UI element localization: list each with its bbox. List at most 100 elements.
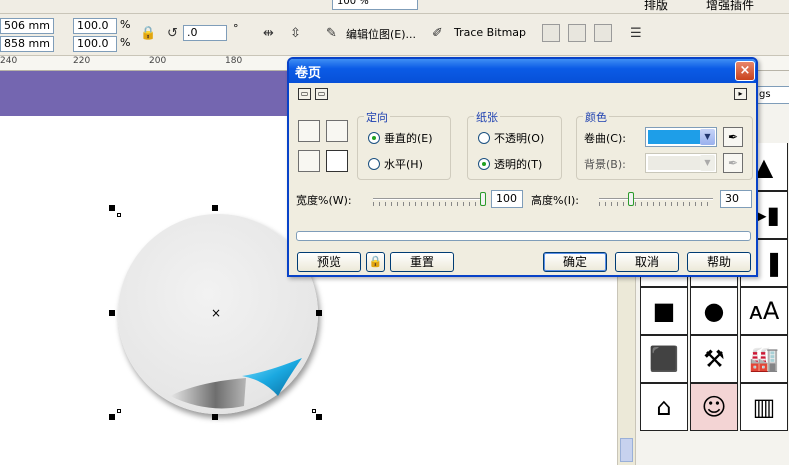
- percent-sign: %: [120, 36, 131, 49]
- bitmap-color-mask-button[interactable]: [594, 24, 612, 42]
- percent-sign: %: [120, 18, 131, 31]
- background-eyedropper-button[interactable]: ✒: [723, 153, 743, 173]
- width-slider-thumb[interactable]: [480, 192, 486, 206]
- curl-color-select[interactable]: ▼: [645, 127, 717, 147]
- curl-color-label: 卷曲(C):: [584, 132, 626, 145]
- wrap-text-icon[interactable]: ☰: [630, 26, 642, 41]
- paper-group: 纸张 不透明(O) 透明的(T): [467, 109, 562, 180]
- opaque-radio[interactable]: 不透明(O): [478, 130, 544, 146]
- height-percent-field[interactable]: 30: [720, 190, 752, 208]
- house-symbol-icon[interactable]: ⌂: [640, 383, 688, 431]
- center-marker-icon[interactable]: ×: [211, 306, 221, 320]
- rotate-icon: ↺: [167, 26, 178, 41]
- selection-handle[interactable]: [212, 414, 218, 420]
- ruler-label: 220: [73, 56, 91, 66]
- trace-bitmap-button[interactable]: Trace Bitmap: [454, 26, 526, 39]
- factory-symbol-icon[interactable]: 🏭: [740, 335, 788, 383]
- ruler-label: 180: [225, 56, 243, 66]
- menu-layout[interactable]: 排版: [644, 0, 668, 13]
- help-button[interactable]: 帮助: [687, 252, 751, 272]
- collapse-preview-button[interactable]: ▭: [298, 88, 311, 100]
- menu-plugins[interactable]: 增强插件: [706, 0, 754, 13]
- buildings-symbol-icon[interactable]: ▥: [740, 383, 788, 431]
- selection-handle[interactable]: [109, 205, 115, 211]
- scale-x-field[interactable]: 100.0: [73, 18, 117, 34]
- background-color-select[interactable]: ▼: [645, 153, 717, 173]
- radio-indicator[interactable]: [368, 158, 380, 170]
- selection-handle[interactable]: [316, 310, 322, 316]
- box-symbol-icon[interactable]: ⬛: [640, 335, 688, 383]
- paper-title: 纸张: [474, 109, 500, 125]
- height-slider[interactable]: [599, 198, 713, 200]
- page-curl-dialog: 卷页 × ▭ ▭ ▸ 定向 垂直的(E) 水平(H) 纸张 不透明(O) 透明的…: [287, 57, 758, 277]
- selection-handle[interactable]: [316, 414, 322, 420]
- edit-bitmap-icon[interactable]: ✎: [326, 26, 337, 41]
- curl-top-left-button[interactable]: [298, 120, 320, 142]
- scrollbar-thumb[interactable]: [620, 438, 633, 462]
- resample-button[interactable]: [568, 24, 586, 42]
- horizontal-radio[interactable]: 水平(H): [368, 156, 423, 172]
- width-slider[interactable]: [373, 198, 485, 200]
- curl-eyedropper-button[interactable]: ✒: [723, 127, 743, 147]
- expand-arrow-icon[interactable]: ▸: [734, 88, 747, 100]
- circle-symbol-icon[interactable]: ●: [690, 287, 738, 335]
- color-group: 颜色 卷曲(C): ▼ ✒ 背景(B): ▼ ✒: [576, 109, 753, 180]
- selection-handle[interactable]: [117, 213, 121, 217]
- vertical-label: 垂直的(E): [384, 132, 433, 145]
- chevron-down-icon[interactable]: ▼: [700, 155, 715, 171]
- selection-handle[interactable]: [109, 414, 115, 420]
- dialog-titlebar[interactable]: 卷页 ×: [289, 59, 756, 83]
- dialog-title: 卷页: [295, 66, 322, 81]
- close-button[interactable]: ×: [735, 61, 755, 81]
- height-slider-thumb[interactable]: [628, 192, 634, 206]
- radio-indicator[interactable]: [368, 132, 380, 144]
- crop-bitmap-button[interactable]: [542, 24, 560, 42]
- width-percent-field[interactable]: 100: [491, 190, 523, 208]
- lock-ratio-icon[interactable]: 🔒: [140, 26, 156, 41]
- height-slider-ticks: [599, 202, 711, 206]
- curl-bottom-right-button[interactable]: [326, 150, 348, 172]
- page-curl-blue: [242, 358, 302, 396]
- color-title: 颜色: [583, 109, 609, 125]
- vertical-radio[interactable]: 垂直的(E): [368, 130, 433, 146]
- width-slider-ticks: [373, 202, 483, 206]
- background-color-swatch: [648, 156, 700, 170]
- height-percent-label: 高度%(I):: [531, 194, 579, 207]
- curl-bottom-left-button[interactable]: [298, 150, 320, 172]
- reset-button[interactable]: 重置: [390, 252, 454, 272]
- font-size-symbol-icon[interactable]: ᴀA: [740, 287, 788, 335]
- curl-top-right-button[interactable]: [326, 120, 348, 142]
- docker-search-input[interactable]: gs: [756, 86, 789, 104]
- progress-bar: [296, 231, 751, 241]
- object-height-field[interactable]: 858 mm: [0, 36, 54, 52]
- transparent-label: 透明的(T): [494, 158, 543, 171]
- photo-thumbnail[interactable]: ☺: [690, 383, 738, 431]
- chevron-down-icon[interactable]: ▼: [700, 129, 715, 145]
- page-curl-shadow: [170, 378, 246, 409]
- selection-handle[interactable]: [312, 409, 316, 413]
- mirror-vertical-icon[interactable]: ⇳: [290, 26, 301, 41]
- selection-handle[interactable]: [117, 409, 121, 413]
- edit-bitmap-button[interactable]: 编辑位图(E)...: [346, 26, 416, 42]
- radio-indicator[interactable]: [478, 158, 490, 170]
- cancel-button[interactable]: 取消: [615, 252, 679, 272]
- rotation-field[interactable]: .0: [183, 25, 227, 41]
- object-width-field[interactable]: 506 mm: [0, 18, 54, 34]
- curl-color-swatch: [648, 130, 700, 144]
- orientation-group: 定向 垂直的(E) 水平(H): [357, 109, 451, 180]
- split-preview-button[interactable]: ▭: [315, 88, 328, 100]
- scale-y-field[interactable]: 100.0: [73, 36, 117, 52]
- ok-button[interactable]: 确定: [543, 252, 607, 272]
- square-symbol-icon[interactable]: ■: [640, 287, 688, 335]
- selection-handle[interactable]: [212, 205, 218, 211]
- orientation-title: 定向: [364, 109, 390, 125]
- mirror-horizontal-icon[interactable]: ⇹: [263, 26, 274, 41]
- zoom-level-select[interactable]: 100 %: [332, 0, 418, 10]
- radio-indicator[interactable]: [478, 132, 490, 144]
- lock-icon[interactable]: 🔒: [366, 252, 385, 272]
- preview-button[interactable]: 预览: [297, 252, 361, 272]
- trace-bitmap-icon[interactable]: ✐: [432, 26, 443, 41]
- tools-symbol-icon[interactable]: ⚒: [690, 335, 738, 383]
- transparent-radio[interactable]: 透明的(T): [478, 156, 542, 172]
- selection-handle[interactable]: [109, 310, 115, 316]
